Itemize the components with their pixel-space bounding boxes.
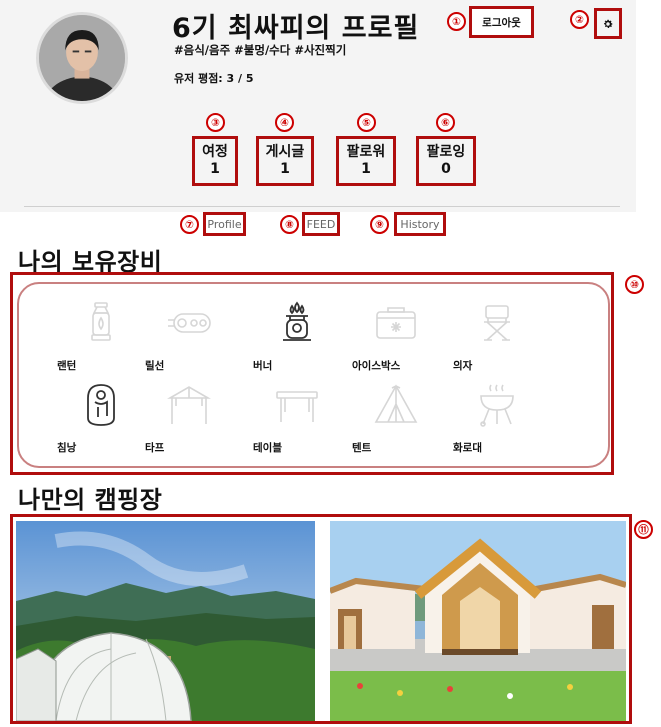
gear-item-grill[interactable]: 화로대 <box>453 382 543 462</box>
campsite-photo-dome[interactable] <box>16 521 315 721</box>
gear-label: 릴선 <box>145 360 165 372</box>
section-title-camp: 나만의 캠핑장 <box>18 486 163 514</box>
sleeping-bag-icon <box>87 384 115 426</box>
annotation-badge-3: ③ <box>206 113 225 132</box>
gear-item-tarp[interactable]: 타프 <box>145 382 235 462</box>
annotation-badge-8: ⑧ <box>280 215 299 234</box>
gear-item-lantern[interactable]: 랜턴 <box>57 300 147 380</box>
stat-label: 팔로잉 <box>426 144 466 160</box>
user-tags: #음식/음주 #불멍/수다 #사진찍기 <box>174 43 347 57</box>
gear-item-sleeping-bag[interactable]: 침낭 <box>57 382 147 462</box>
lantern-icon <box>91 302 111 341</box>
gear-label: 타프 <box>145 442 165 454</box>
annotation-badge-2: ② <box>570 10 589 29</box>
gear-label: 화로대 <box>453 442 482 454</box>
gear-label: 침낭 <box>57 442 77 454</box>
chair-icon <box>484 305 510 341</box>
tab-history[interactable]: History <box>394 212 446 236</box>
gear-item-table[interactable]: 테이블 <box>253 382 343 462</box>
stat-journeys[interactable]: 여정 1 <box>192 136 238 186</box>
stat-label: 팔로워 <box>346 144 386 160</box>
gear-item-chair[interactable]: 의자 <box>453 300 543 380</box>
gear-label: 랜턴 <box>57 360 77 372</box>
stat-posts[interactable]: 게시글 1 <box>256 136 314 186</box>
annotation-badge-4: ④ <box>275 113 294 132</box>
gear-item-tent[interactable]: 텐트 <box>352 382 442 462</box>
logout-button[interactable]: 로그아웃 <box>469 6 534 38</box>
stat-label: 게시글 <box>265 144 305 160</box>
stat-value: 1 <box>361 161 371 177</box>
stat-value: 1 <box>210 161 220 177</box>
user-rating: 유저 평점: 3 / 5 <box>174 72 254 85</box>
annotation-badge-7: ⑦ <box>180 215 199 234</box>
annotation-badge-11: ⑪ <box>634 520 653 539</box>
stat-value: 1 <box>280 161 290 177</box>
grill-icon <box>480 384 514 427</box>
tarp-icon <box>167 386 211 424</box>
stat-label: 여정 <box>202 144 228 160</box>
stat-following[interactable]: 팔로잉 0 <box>416 136 476 186</box>
tent-icon <box>374 384 418 423</box>
annotation-badge-6: ⑥ <box>436 113 455 132</box>
stat-value: 0 <box>441 161 451 177</box>
campsite-photo-glamping[interactable] <box>330 521 626 721</box>
power-reel-icon <box>168 313 211 333</box>
annotation-badge-9: ⑨ <box>370 215 389 234</box>
tab-feed[interactable]: FEED <box>302 212 340 236</box>
gear-label: 텐트 <box>352 442 372 454</box>
annotation-badge-1: ① <box>447 12 466 31</box>
avatar <box>36 12 128 104</box>
annotation-badge-10: ⑩ <box>625 275 644 294</box>
stat-followers[interactable]: 팔로워 1 <box>336 136 396 186</box>
settings-button[interactable] <box>594 8 622 39</box>
gear-label: 버너 <box>253 360 273 372</box>
table-icon <box>276 391 318 422</box>
gear-item-power-reel[interactable]: 릴선 <box>145 300 235 380</box>
gear-item-icebox[interactable]: 아이스박스 <box>352 300 442 380</box>
gear-icon <box>604 19 613 28</box>
gear-label: 테이블 <box>253 442 282 454</box>
icebox-icon <box>376 307 416 339</box>
gear-label: 의자 <box>453 360 473 372</box>
page-title: 6기 최싸피의 프로필 <box>172 13 420 44</box>
header-divider <box>24 206 620 207</box>
gear-item-burner[interactable]: 버너 <box>253 300 343 380</box>
burner-icon <box>283 301 311 341</box>
tab-profile[interactable]: Profile <box>203 212 246 236</box>
annotation-badge-5: ⑤ <box>357 113 376 132</box>
gear-label: 아이스박스 <box>352 360 401 372</box>
